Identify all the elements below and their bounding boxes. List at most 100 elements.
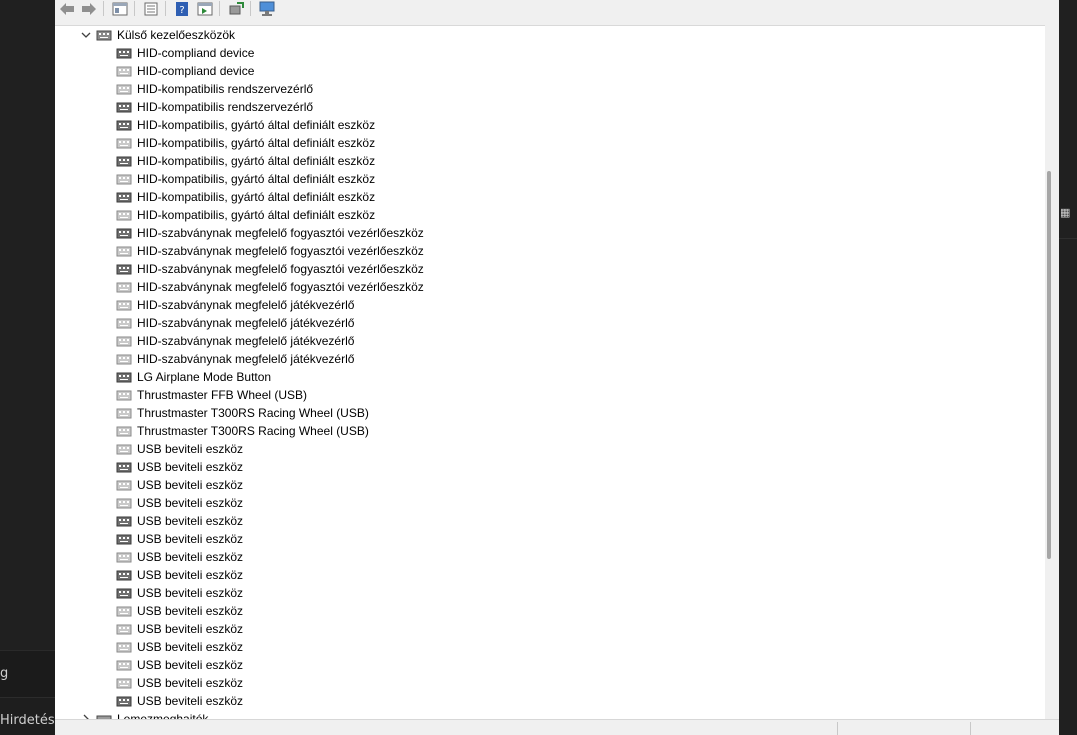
device-row[interactable]: HID-kompatibilis, gyártó által definiált…: [116, 152, 375, 170]
device-tree[interactable]: Külső kezelőeszközök HID-compliand devic…: [55, 25, 1045, 720]
hid-device-icon: [116, 390, 132, 401]
device-label: HID-kompatibilis rendszervezérlő: [137, 82, 314, 96]
device-row[interactable]: HID-kompatibilis, gyártó által definiált…: [116, 116, 375, 134]
device-row[interactable]: USB beviteli eszköz: [116, 674, 243, 692]
device-row[interactable]: HID-compliand device: [116, 62, 254, 80]
hid-device-icon: [116, 372, 132, 383]
device-manager-window: ? Külső kezelőeszközök HID-compliand dev…: [55, 0, 1059, 735]
device-row[interactable]: USB beviteli eszköz: [116, 692, 243, 710]
device-row[interactable]: HID-szabványnak megfelelő játékvezérlő: [116, 296, 354, 314]
hid-device-icon: [116, 696, 132, 707]
hid-device-icon: [116, 354, 132, 365]
hid-device-icon: [116, 552, 132, 563]
device-row[interactable]: USB beviteli eszköz: [116, 494, 243, 512]
toolbar: ?: [55, 0, 1059, 19]
device-label: HID-kompatibilis, gyártó által definiált…: [137, 190, 376, 204]
device-label: Thrustmaster FFB Wheel (USB): [137, 388, 308, 402]
hid-device-icon: [116, 408, 132, 419]
device-row[interactable]: HID-szabványnak megfelelő játékvezérlő: [116, 350, 354, 368]
device-row[interactable]: LG Airplane Mode Button: [116, 368, 271, 386]
toolbar-separator: [165, 1, 166, 16]
vertical-scrollbar[interactable]: [1045, 25, 1059, 719]
device-label: USB beviteli eszköz: [137, 694, 244, 708]
hid-device-icon: [116, 480, 132, 491]
scan-hardware-icon[interactable]: [227, 0, 245, 17]
device-label: HID-kompatibilis, gyártó által definiált…: [137, 208, 376, 222]
status-separator: [970, 722, 971, 735]
device-row[interactable]: HID-szabványnak megfelelő játékvezérlő: [116, 314, 354, 332]
help-icon[interactable]: ?: [173, 0, 191, 17]
device-row[interactable]: USB beviteli eszköz: [116, 512, 243, 530]
device-row[interactable]: USB beviteli eszköz: [116, 476, 243, 494]
device-row[interactable]: Thrustmaster T300RS Racing Wheel (USB): [116, 404, 369, 422]
device-row[interactable]: USB beviteli eszköz: [116, 548, 243, 566]
device-label: USB beviteli eszköz: [137, 586, 244, 600]
device-row[interactable]: USB beviteli eszköz: [116, 458, 243, 476]
hid-device-icon: [116, 102, 132, 113]
background-text: Hirdetés: [0, 713, 55, 728]
device-row[interactable]: HID-kompatibilis rendszervezérlő: [116, 80, 313, 98]
console-tree-icon[interactable]: [111, 0, 129, 17]
device-row[interactable]: USB beviteli eszköz: [116, 602, 243, 620]
hid-device-icon: [116, 336, 132, 347]
properties-icon[interactable]: [142, 0, 160, 17]
device-label: HID-compliand device: [137, 64, 255, 78]
device-row[interactable]: Thrustmaster T300RS Racing Wheel (USB): [116, 422, 369, 440]
category-label: Külső kezelőeszközök: [117, 28, 236, 42]
device-row[interactable]: USB beviteli eszköz: [116, 566, 243, 584]
device-label: USB beviteli eszköz: [137, 496, 244, 510]
device-row[interactable]: HID-kompatibilis, gyártó által definiált…: [116, 206, 375, 224]
device-row[interactable]: HID-szabványnak megfelelő fogyasztói vez…: [116, 242, 424, 260]
chevron-down-icon[interactable]: [79, 28, 93, 42]
device-row[interactable]: HID-kompatibilis, gyártó által definiált…: [116, 188, 375, 206]
hid-device-icon: [116, 624, 132, 635]
device-row[interactable]: USB beviteli eszköz: [116, 584, 243, 602]
device-row[interactable]: USB beviteli eszköz: [116, 440, 243, 458]
svg-text:?: ?: [179, 5, 184, 16]
hid-device-icon: [116, 120, 132, 131]
forward-icon[interactable]: [80, 0, 98, 17]
status-separator: [837, 722, 838, 735]
back-icon[interactable]: [58, 0, 76, 17]
device-row[interactable]: HID-compliand device: [116, 44, 254, 62]
device-row[interactable]: HID-szabványnak megfelelő fogyasztói vez…: [116, 260, 424, 278]
tree-category-row[interactable]: Külső kezelőeszközök: [79, 26, 235, 44]
device-label: HID-szabványnak megfelelő játékvezérlő: [137, 352, 355, 366]
device-label: HID-szabványnak megfelelő játékvezérlő: [137, 316, 355, 330]
device-label: Thrustmaster T300RS Racing Wheel (USB): [137, 424, 369, 438]
toolbar-separator: [219, 1, 220, 16]
hid-device-icon: [116, 606, 132, 617]
device-row[interactable]: USB beviteli eszköz: [116, 638, 243, 656]
device-label: HID-kompatibilis rendszervezérlő: [137, 100, 314, 114]
device-row[interactable]: USB beviteli eszköz: [116, 620, 243, 638]
device-row[interactable]: USB beviteli eszköz: [116, 656, 243, 674]
hid-device-icon: [116, 264, 132, 275]
scrollbar-thumb[interactable]: [1047, 171, 1051, 559]
device-label: USB beviteli eszköz: [137, 550, 244, 564]
hid-device-icon: [116, 84, 132, 95]
device-row[interactable]: USB beviteli eszköz: [116, 530, 243, 548]
device-row[interactable]: HID-szabványnak megfelelő fogyasztói vez…: [116, 224, 424, 242]
device-row[interactable]: HID-szabványnak megfelelő játékvezérlő: [116, 332, 354, 350]
device-label: HID-kompatibilis, gyártó által definiált…: [137, 136, 376, 150]
device-label: USB beviteli eszköz: [137, 658, 244, 672]
device-row[interactable]: HID-kompatibilis, gyártó által definiált…: [116, 170, 375, 188]
device-row[interactable]: Thrustmaster FFB Wheel (USB): [116, 386, 307, 404]
hid-device-icon: [116, 318, 132, 329]
hid-device-icon: [116, 300, 132, 311]
device-label: HID-szabványnak megfelelő fogyasztói vez…: [137, 280, 424, 294]
hid-device-icon: [116, 498, 132, 509]
device-label: USB beviteli eszköz: [137, 676, 244, 690]
device-label: HID-compliand device: [137, 46, 255, 60]
monitor-icon[interactable]: [258, 0, 276, 17]
device-row[interactable]: HID-kompatibilis, gyártó által definiált…: [116, 134, 375, 152]
hid-device-icon: [116, 660, 132, 671]
hid-device-icon: [116, 246, 132, 257]
hid-device-icon: [116, 444, 132, 455]
action-pane-icon[interactable]: [196, 0, 214, 17]
device-row[interactable]: HID-kompatibilis rendszervezérlő: [116, 98, 313, 116]
device-label: LG Airplane Mode Button: [137, 370, 272, 384]
hid-device-icon: [116, 210, 132, 221]
device-row[interactable]: HID-szabványnak megfelelő fogyasztói vez…: [116, 278, 424, 296]
toolbar-separator: [103, 1, 104, 16]
